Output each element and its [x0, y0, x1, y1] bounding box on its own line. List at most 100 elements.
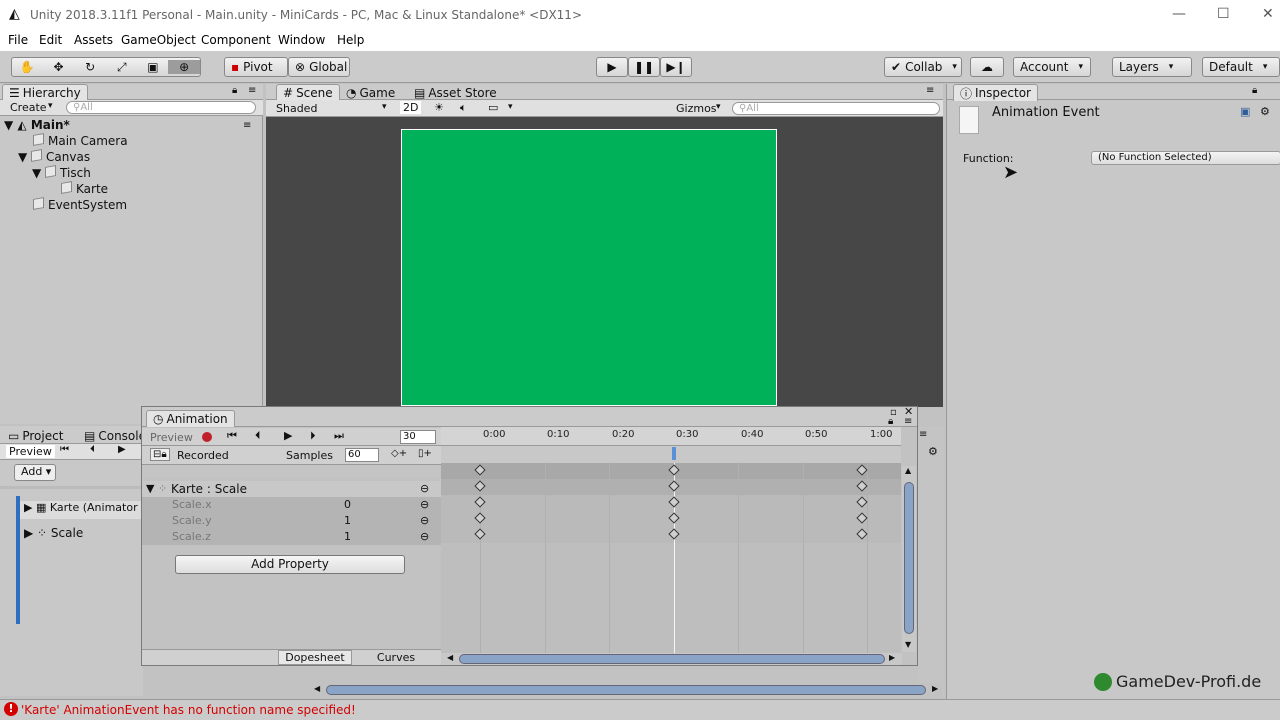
hierarchy-item-tisch[interactable]: ▼ Tisch [32, 165, 91, 180]
play-anim-icon[interactable]: ▶ [284, 429, 292, 442]
shading-dropdown[interactable]: Shaded [276, 102, 317, 115]
menu-help[interactable]: Help [337, 33, 364, 47]
gear-icon[interactable]: ⚙ [928, 445, 938, 458]
last-key-icon[interactable]: ⏭ [334, 429, 344, 443]
time-ruler[interactable]: 0:00 0:10 0:20 0:30 0:40 0:50 1:00 [441, 427, 901, 446]
panel-menu-icon[interactable]: ≡ [248, 85, 256, 96]
property-options-icon[interactable]: ⊖ [420, 482, 429, 495]
scroll-left-icon[interactable]: ◀ [447, 653, 453, 662]
menu-assets[interactable]: Assets [74, 33, 113, 47]
help-book-icon[interactable]: ▣ [1240, 105, 1250, 118]
move-tool-icon[interactable]: ✥ [43, 60, 75, 74]
scroll-up-icon[interactable]: ▲ [905, 466, 911, 475]
account-dropdown[interactable]: Account [1013, 57, 1091, 77]
tab-inspector[interactable]: ⓘ Inspector [953, 84, 1038, 101]
add-property-button[interactable]: Add Property [175, 555, 405, 574]
hierarchy-item-main-camera[interactable]: Main Camera [33, 133, 128, 148]
curves-tab[interactable]: Curves [356, 651, 436, 664]
dopesheet-timeline[interactable]: 0:00 0:10 0:20 0:30 0:40 0:50 1:00 [441, 427, 901, 653]
function-dropdown[interactable]: (No Function Selected) [1091, 151, 1280, 165]
scroll-left-icon[interactable]: ◀ [314, 684, 320, 693]
layers-dropdown[interactable]: Layers [1112, 57, 1192, 77]
scroll-down-icon[interactable]: ▼ [905, 640, 911, 649]
lighting-icon[interactable]: ☀ [434, 101, 444, 114]
step-button[interactable]: ▶❙ [660, 57, 692, 77]
tree-item-scale[interactable]: ▶ ⁘ Scale [24, 526, 83, 540]
tab-asset-store[interactable]: ▤ Asset Store [408, 84, 503, 101]
hand-tool-icon[interactable]: ✋ [12, 60, 43, 74]
menu-component[interactable]: Component [201, 33, 271, 47]
lock-icon[interactable]: 🔒︎ [1252, 85, 1257, 96]
add-event-icon[interactable]: ▯+ [418, 448, 432, 459]
anim-preview-toggle[interactable]: Preview [150, 431, 193, 444]
panel-menu-icon[interactable]: ≡ [904, 416, 912, 427]
rotate-tool-icon[interactable]: ↻ [74, 60, 106, 74]
tab-game[interactable]: ◔ Game [340, 84, 401, 101]
transform-all-tool-icon[interactable]: ⊕ [168, 60, 200, 74]
dopesheet-tab[interactable]: Dopesheet [278, 650, 352, 665]
scale-x-value[interactable]: 0 [344, 498, 351, 511]
scene-menu-icon[interactable]: ≡ [243, 120, 251, 131]
animation-event-marker[interactable] [672, 447, 676, 460]
tab-animation[interactable]: ◷ Animation [146, 410, 235, 427]
menu-file[interactable]: File [8, 33, 28, 47]
background-hscrollbar[interactable]: ◀ ▶ [310, 683, 942, 697]
scroll-right-icon[interactable]: ▶ [889, 653, 895, 662]
prev-key-icon[interactable]: ⏴ [255, 429, 261, 443]
menu-edit[interactable]: Edit [39, 33, 62, 47]
hscroll-thumb[interactable] [459, 654, 885, 664]
scroll-right-icon[interactable]: ▶ [932, 684, 938, 693]
menu-gameobject[interactable]: GameObject [121, 33, 196, 47]
pivot-toggle[interactable]: ▪ Pivot [224, 57, 288, 77]
global-toggle[interactable]: ⊗ Global [288, 57, 350, 77]
create-dropdown[interactable]: Create [10, 101, 47, 114]
panel-menu-icon[interactable]: ≡ [919, 429, 927, 440]
cloud-button[interactable]: ☁ [970, 57, 1004, 77]
timeline-hscrollbar[interactable]: ◀ ▶ [441, 653, 902, 665]
minimize-button[interactable]: — [1172, 6, 1186, 22]
canvas-rect[interactable] [401, 129, 777, 406]
play-small-icon[interactable]: ▶ [118, 444, 126, 455]
menu-window[interactable]: Window [278, 33, 325, 47]
scale-y-value[interactable]: 1 [344, 514, 351, 527]
layout-dropdown[interactable]: Default [1202, 57, 1280, 77]
project-preview-toggle[interactable]: Preview [6, 445, 55, 458]
hierarchy-item-canvas[interactable]: ▼ Canvas [18, 149, 90, 164]
hierarchy-item-eventsystem[interactable]: EventSystem [33, 197, 127, 212]
timeline-vscrollbar[interactable]: ▲ ▼ [902, 466, 916, 652]
tree-item-karte-animator[interactable]: ▶ ▦ Karte (Animator [20, 501, 143, 519]
panel-menu-icon[interactable]: ≡ [926, 85, 934, 96]
hierarchy-item-scene[interactable]: ▼ ◭ Main* [4, 118, 70, 132]
pause-button[interactable]: ❚❚ [628, 57, 660, 77]
clip-lock-icon[interactable]: ⊟🔒︎ [150, 448, 170, 461]
next-key-icon[interactable]: ⏵ [310, 429, 316, 443]
vscroll-thumb[interactable] [904, 482, 914, 634]
rect-tool-icon[interactable]: ▣ [138, 60, 169, 74]
hierarchy-search-input[interactable]: ⚲All [66, 101, 256, 114]
event-track[interactable] [441, 446, 901, 463]
add-dropdown[interactable]: Add ▾ [14, 464, 56, 481]
scale-tool-icon[interactable]: ⤢ [106, 60, 138, 75]
first-key-icon[interactable]: ⏮ [60, 444, 69, 455]
prev-key-icon[interactable]: ⏴ [90, 444, 95, 455]
gizmos-dropdown[interactable]: Gizmos [676, 102, 717, 115]
close-button[interactable]: ✕ [1262, 6, 1274, 22]
mode-2d-toggle[interactable]: 2D [400, 101, 422, 114]
hierarchy-item-karte[interactable]: Karte [61, 181, 108, 196]
property-group-row[interactable]: ▼ ⁘ Karte : Scale ⊖ [142, 481, 441, 497]
scene-search-input[interactable]: ⚲All [732, 102, 940, 115]
tab-hierarchy[interactable]: ☰ Hierarchy [2, 84, 88, 101]
settings-sliders-icon[interactable]: ⚙ [1260, 105, 1270, 118]
frame-field[interactable]: 30 [400, 430, 436, 444]
play-button[interactable]: ▶ [596, 57, 628, 77]
status-bar[interactable]: ! 'Karte' AnimationEvent has no function… [0, 699, 1280, 720]
scale-z-options-icon[interactable]: ⊖ [420, 530, 429, 543]
tab-project[interactable]: ▭ Project [2, 427, 69, 444]
first-key-icon[interactable]: ⏮ [227, 429, 237, 443]
samples-field[interactable]: 60 [345, 448, 379, 462]
lock-icon[interactable]: 🔒︎ [232, 85, 237, 96]
audio-icon[interactable]: 🔈︎ [460, 101, 467, 115]
scale-z-value[interactable]: 1 [344, 530, 351, 543]
background-hscroll-thumb[interactable] [326, 685, 926, 695]
collab-dropdown[interactable]: ✔ Collab [884, 57, 962, 77]
